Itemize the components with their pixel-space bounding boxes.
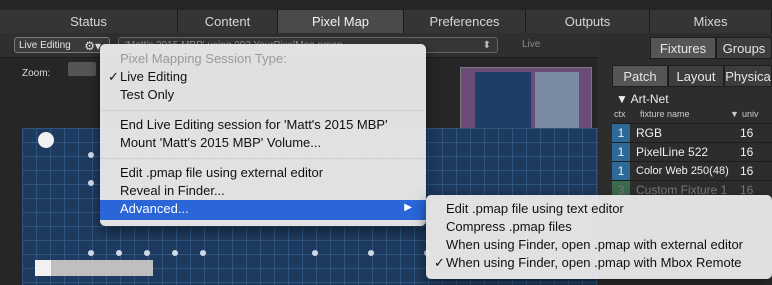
- submenu-item-edit-text-editor[interactable]: Edit .pmap file using text editor: [446, 200, 624, 218]
- tab-mixes[interactable]: Mixes: [650, 10, 772, 33]
- tab-layout[interactable]: Layout: [668, 65, 724, 87]
- sort-arrow-icon: ▼: [730, 109, 739, 119]
- row-name: RGB: [636, 126, 663, 140]
- art-net-label: Art-Net: [630, 92, 669, 106]
- row-name: Color Web 250(48): [636, 165, 729, 177]
- checkmark-icon: ✓: [108, 69, 119, 84]
- menu-item-label: Advanced...: [120, 201, 189, 216]
- tab-fixtures[interactable]: Fixtures: [650, 37, 716, 59]
- row-univ: 16: [740, 145, 754, 159]
- fixture-node[interactable]: [38, 132, 54, 148]
- menu-item-edit-external[interactable]: Edit .pmap file using external editor: [120, 164, 323, 182]
- pixel-dot: [88, 250, 94, 256]
- menu-item-label: Live Editing: [120, 69, 188, 84]
- tab-preferences[interactable]: Preferences: [404, 10, 526, 33]
- table-row[interactable]: 1 PixelLine 522 16: [612, 143, 772, 162]
- art-net-section[interactable]: ▼ Art-Net: [616, 92, 669, 106]
- menu-item-mount-volume[interactable]: Mount 'Matt's 2015 MBP' Volume...: [120, 134, 321, 152]
- menu-separator: [100, 110, 426, 111]
- tab-status[interactable]: Status: [0, 10, 178, 33]
- menu-item-end-live-session[interactable]: End Live Editing session for 'Matt's 201…: [120, 116, 388, 134]
- zoom-label: Zoom:: [22, 68, 51, 79]
- row-ctx: 1: [612, 124, 630, 142]
- menu-item-live-editing[interactable]: ✓ Live Editing: [108, 68, 188, 86]
- table-row[interactable]: 1 RGB 16: [612, 124, 772, 143]
- stepper-icon: ⬍: [482, 40, 491, 51]
- submenu-item-open-mbox-remote[interactable]: ✓ When using Finder, open .pmap with Mbo…: [434, 254, 742, 272]
- disclosure-triangle-icon: ▼: [616, 92, 631, 106]
- menu-item-reveal-in-finder[interactable]: Reveal in Finder...: [120, 182, 225, 200]
- main-tab-bar: Status Content Pixel Map Preferences Out…: [0, 0, 772, 33]
- menu-item-test-only[interactable]: Test Only: [120, 86, 174, 104]
- pixel-dot: [368, 250, 374, 256]
- tab-patch[interactable]: Patch: [612, 65, 668, 87]
- session-mode-label: Live Editing: [19, 40, 71, 51]
- tab-outputs[interactable]: Outputs: [526, 10, 650, 33]
- pixel-dot: [144, 250, 150, 256]
- menu-item-advanced[interactable]: Advanced... ▶: [100, 200, 426, 220]
- menu-header: Pixel Mapping Session Type:: [120, 51, 287, 66]
- map-preview-thumbnail[interactable]: [460, 67, 592, 135]
- col-univ[interactable]: univ: [742, 109, 759, 119]
- row-ctx: 1: [612, 162, 630, 180]
- tab-groups[interactable]: Groups: [716, 37, 772, 59]
- submenu-item-label: When using Finder, open .pmap with Mbox …: [446, 255, 742, 270]
- row-name: PixelLine 522: [636, 145, 709, 159]
- submenu-item-compress[interactable]: Compress .pmap files: [446, 218, 572, 236]
- fixture-strip[interactable]: [35, 260, 153, 276]
- tab-content[interactable]: Content: [178, 10, 278, 33]
- row-univ: 16: [740, 164, 754, 178]
- checkmark-icon: ✓: [434, 255, 445, 270]
- pixel-dot: [200, 250, 206, 256]
- live-status-label: Live: [522, 39, 541, 50]
- preview-grid-block: [475, 72, 531, 128]
- fixture-table: 1 RGB 16 1 PixelLine 522 16 1 Color Web …: [612, 124, 772, 200]
- submenu-arrow-icon: ▶: [404, 202, 412, 213]
- pixel-dot: [312, 250, 318, 256]
- fixture-table-header: ctx fixture name ▼ univ: [612, 109, 772, 124]
- row-ctx: 1: [612, 143, 630, 161]
- fixture-strip-start: [35, 260, 51, 276]
- preview-fixture-block: [535, 72, 579, 128]
- pixel-dot: [116, 250, 122, 256]
- gear-icon: ⚙▾: [84, 39, 101, 53]
- zoom-slider[interactable]: [68, 62, 96, 76]
- menu-separator: [100, 158, 426, 159]
- pixel-dot: [88, 180, 94, 186]
- submenu-item-open-external-editor[interactable]: When using Finder, open .pmap with exter…: [446, 236, 743, 254]
- table-row[interactable]: 1 Color Web 250(48) 16: [612, 162, 772, 181]
- col-fixture-name[interactable]: fixture name: [640, 109, 690, 119]
- col-ctx[interactable]: ctx: [614, 109, 626, 119]
- pixel-dot: [172, 250, 178, 256]
- tab-physical[interactable]: Physica: [724, 65, 772, 87]
- session-context-menu: Pixel Mapping Session Type: ✓ Live Editi…: [100, 44, 426, 226]
- advanced-submenu: Edit .pmap file using text editor Compre…: [426, 195, 772, 279]
- session-mode-dropdown[interactable]: Live Editing ⚙▾: [14, 37, 110, 53]
- row-univ: 16: [740, 126, 754, 140]
- tab-pixel-map[interactable]: Pixel Map: [278, 10, 404, 33]
- pixel-dot: [88, 152, 94, 158]
